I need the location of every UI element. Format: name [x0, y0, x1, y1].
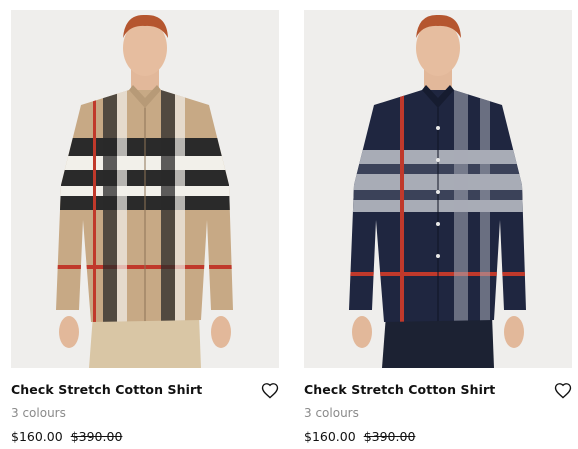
- product-image[interactable]: [11, 10, 279, 368]
- price-row: $160.00 $390.00: [304, 429, 415, 444]
- product-grid: Check Stretch Cotton Shirt 3 colours $16…: [0, 0, 578, 449]
- product-title[interactable]: Check Stretch Cotton Shirt: [304, 382, 495, 397]
- price-row: $160.00 $390.00: [11, 429, 122, 444]
- heart-outline-icon[interactable]: [554, 382, 572, 399]
- sale-price: $160.00: [11, 429, 63, 444]
- original-price: $390.00: [363, 429, 416, 444]
- original-price: $390.00: [70, 429, 123, 444]
- heart-outline-icon[interactable]: [261, 382, 279, 399]
- sale-price: $160.00: [304, 429, 356, 444]
- product-card[interactable]: Check Stretch Cotton Shirt 3 colours $16…: [11, 0, 279, 449]
- product-title[interactable]: Check Stretch Cotton Shirt: [11, 382, 202, 397]
- product-colours-count: 3 colours: [11, 406, 66, 420]
- product-image[interactable]: [304, 10, 572, 368]
- product-card[interactable]: Check Stretch Cotton Shirt 3 colours $16…: [304, 0, 572, 449]
- product-colours-count: 3 colours: [304, 406, 359, 420]
